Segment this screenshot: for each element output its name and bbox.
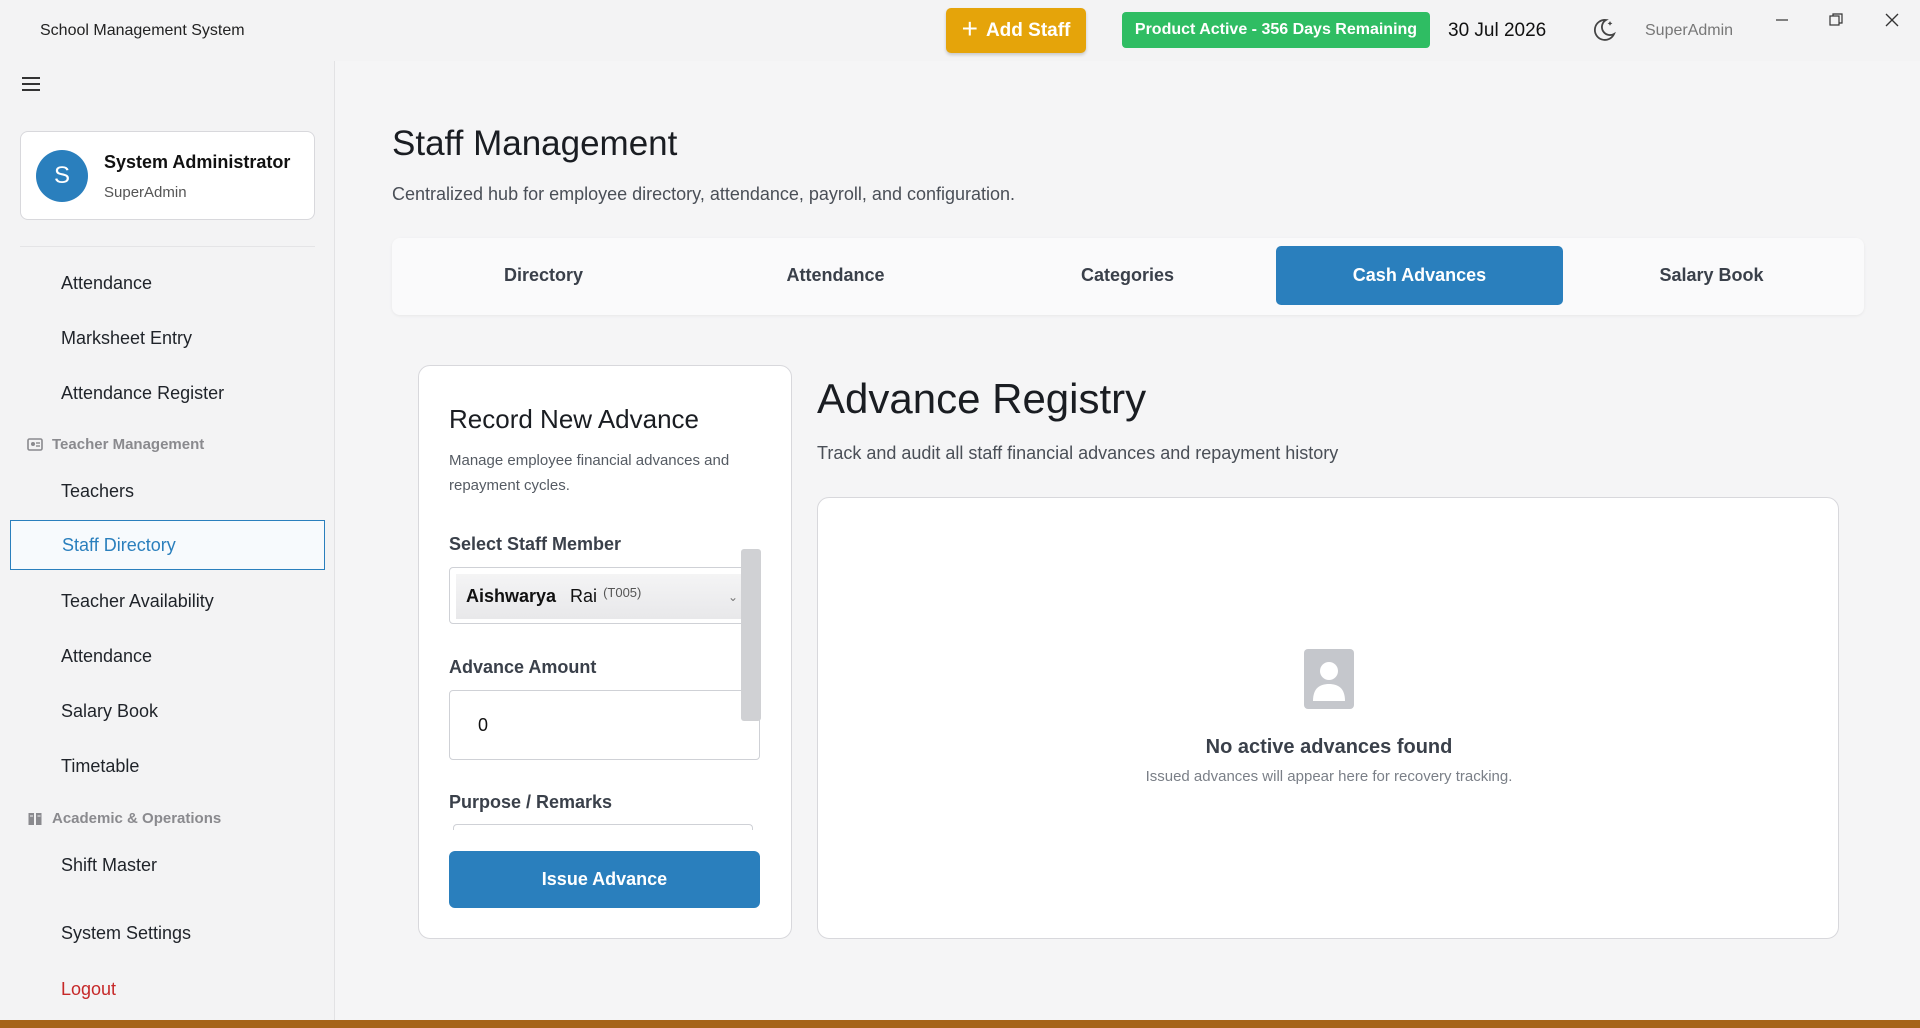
sidebar-item-attendance-register[interactable]: Attendance Register [10,368,325,418]
sidebar-item-staff-directory[interactable]: Staff Directory [10,520,325,570]
sidebar-item-timetable[interactable]: Timetable [10,741,325,791]
sidebar-item-salary-book[interactable]: Salary Book [10,686,325,736]
remarks-label: Purpose / Remarks [449,792,613,812]
record-advance-card: Record New Advance Manage employee finan… [418,365,792,939]
empty-state-title: No active advances found [1205,736,1453,758]
sidebar: S System Administrator SuperAdmin Attend… [0,61,335,1020]
section-academic-operations: Academic & Operations [27,810,221,827]
user-placeholder-icon [1304,649,1354,709]
sidebar-item-staff-attendance[interactable]: Attendance [10,631,325,681]
issue-advance-button[interactable]: Issue Advance [449,851,760,908]
profile-role: SuperAdmin [104,184,187,201]
empty-state-description: Issued advances will appear here for rec… [1145,768,1513,785]
profile-name: System Administrator [104,152,291,172]
amount-input[interactable] [449,690,760,760]
page-title: Staff Management [392,124,678,163]
staff-select-label: Select Staff Member [449,534,622,554]
section-label: Teacher Management [52,436,205,453]
scrollbar[interactable] [741,549,761,721]
section-teacher-management: Teacher Management [27,436,204,453]
title-bar: School Management System + Add Staff Pro… [0,0,1920,61]
record-title: Record New Advance [449,404,700,434]
staff-code: (T005) [603,585,642,600]
amount-label: Advance Amount [449,657,597,677]
staff-select-value: Aishwarya Rai (T005) ⌄ [456,574,746,619]
tab-directory[interactable]: Directory [400,246,687,305]
menu-icon[interactable] [22,77,40,91]
bottom-edge [0,1020,1920,1028]
sidebar-item-marksheet-entry[interactable]: Marksheet Entry [10,313,325,363]
staff-first-name: Aishwarya [466,586,557,606]
profile-card[interactable]: S System Administrator SuperAdmin [20,131,315,220]
add-staff-label: Add Staff [985,19,1071,41]
current-user[interactable]: SuperAdmin [1645,22,1733,40]
sidebar-item-teachers[interactable]: Teachers [10,466,325,516]
registry-panel: No active advances found Issued advances… [817,497,1839,939]
divider [20,246,315,247]
chevron-down-icon: ⌄ [727,590,738,604]
sidebar-item-attendance[interactable]: Attendance [10,258,325,308]
tab-categories[interactable]: Categories [984,246,1271,305]
page-subtitle: Centralized hub for employee directory, … [392,184,1016,204]
app-title: School Management System [40,22,245,39]
current-date: 30 Jul 2026 [1448,20,1547,41]
restore-icon[interactable] [1816,6,1856,34]
book-icon [28,812,42,825]
staff-select[interactable]: Aishwarya Rai (T005) ⌄ [449,567,753,624]
license-status-badge: Product Active - 356 Days Remaining [1122,12,1430,48]
sidebar-item-shift-master[interactable]: Shift Master [10,840,325,890]
close-icon[interactable] [1872,6,1912,34]
sidebar-item-teacher-availability[interactable]: Teacher Availability [10,576,325,626]
section-label: Academic & Operations [52,810,222,827]
sidebar-item-logout[interactable]: Logout [10,964,325,1014]
sidebar-item-system-settings[interactable]: System Settings [10,908,325,958]
avatar: S [36,150,88,202]
remarks-input[interactable] [453,824,753,830]
plus-icon: + [961,13,978,44]
moon-icon[interactable] [1590,16,1618,44]
registry-title: Advance Registry [817,375,1147,422]
add-staff-button[interactable]: + Add Staff [946,8,1086,53]
record-description: Manage employee financial advances and r… [449,452,730,494]
tab-cash-advances[interactable]: Cash Advances [1276,246,1563,305]
registry-subtitle: Track and audit all staff financial adva… [817,443,1339,463]
teacher-icon [27,437,43,451]
minimize-icon[interactable] [1762,6,1802,34]
tab-bar: Directory Attendance Categories Cash Adv… [392,238,1864,315]
tab-attendance[interactable]: Attendance [692,246,979,305]
staff-last-name: Rai [570,586,598,606]
tab-salary-book[interactable]: Salary Book [1568,246,1855,305]
